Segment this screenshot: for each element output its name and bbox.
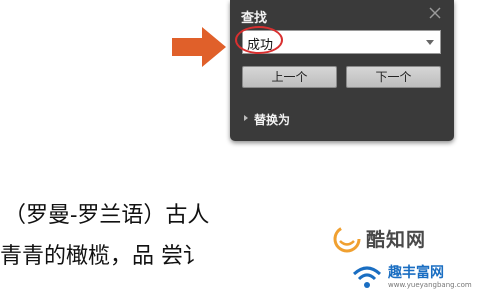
triangle-right-icon bbox=[244, 115, 248, 121]
watermark-brand-secondary: 趣丰富网 bbox=[388, 265, 444, 281]
page: 查找 成功 上一个 下一个 替换为 （罗曼-罗兰语）古人 青青的橄榄，品 尝讠 … bbox=[0, 0, 490, 294]
close-icon[interactable] bbox=[428, 6, 442, 20]
find-panel: 查找 成功 上一个 下一个 替换为 bbox=[230, 0, 454, 141]
document-line: （罗曼-罗兰语）古人 bbox=[4, 203, 210, 228]
find-panel-title: 查找 bbox=[241, 11, 268, 26]
chevron-down-icon[interactable] bbox=[426, 40, 434, 45]
search-input-value: 成功 bbox=[247, 38, 274, 53]
wifi-logo-icon bbox=[352, 266, 382, 288]
arrow-right-icon bbox=[172, 27, 226, 67]
document-line: 青青的橄榄，品 尝讠 bbox=[0, 244, 205, 269]
watermark-brand: 酷知网 bbox=[366, 229, 427, 251]
replace-label: 替换为 bbox=[254, 113, 291, 127]
watermark-url: www.yueyangbang.com bbox=[388, 281, 472, 289]
brand-logo-icon bbox=[333, 225, 361, 253]
watermark: 酷知网 趣丰富网 www.yueyangbang.com bbox=[322, 218, 490, 294]
search-input[interactable]: 成功 bbox=[242, 30, 441, 54]
next-button[interactable]: 下一个 bbox=[346, 66, 441, 88]
previous-button[interactable]: 上一个 bbox=[242, 66, 337, 88]
